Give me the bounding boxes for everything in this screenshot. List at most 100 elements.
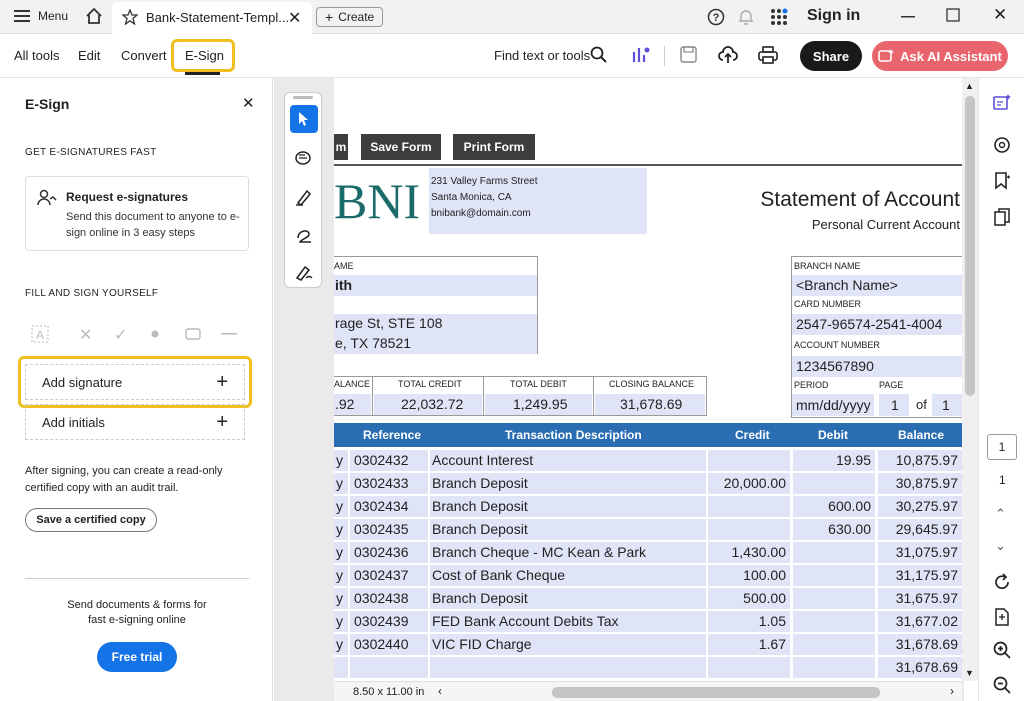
table-cell-bal[interactable]: 10,875.97 xyxy=(878,450,962,471)
page-number-field[interactable]: 1 xyxy=(879,394,909,416)
table-cell-bal[interactable]: 31,678.69 xyxy=(878,634,962,655)
table-cell-d[interactable]: y xyxy=(334,565,348,586)
dot-icon[interactable] xyxy=(151,330,159,338)
previous-page-icon[interactable]: ⌃ xyxy=(995,506,1006,522)
ask-ai-button[interactable]: Ask AI Assistant xyxy=(872,41,1008,71)
table-cell-bal[interactable]: 31,675.97 xyxy=(878,588,962,609)
total-debit-field[interactable]: 1,249.95 xyxy=(485,394,592,415)
table-cell-credit[interactable]: 1,430.00 xyxy=(708,542,790,563)
table-cell-bal[interactable]: 30,875.97 xyxy=(878,473,962,494)
address-field[interactable]: 231 Valley Farms Street Santa Monica, CA… xyxy=(429,168,647,234)
table-cell-desc[interactable] xyxy=(430,657,706,678)
address-line-field-1[interactable]: rage St, STE 108 xyxy=(334,314,537,334)
table-cell-ref[interactable]: 0302439 xyxy=(350,611,428,632)
draw-freehand-icon[interactable] xyxy=(295,226,313,244)
checkmark-icon[interactable]: ✓ xyxy=(114,325,127,345)
table-cell-d[interactable]: y xyxy=(334,473,348,494)
save-certified-copy-button[interactable]: Save a certified copy xyxy=(25,508,157,532)
branch-name-field[interactable]: <Branch Name> xyxy=(792,275,962,296)
table-cell-debit[interactable] xyxy=(793,611,875,632)
apps-grid-icon[interactable] xyxy=(770,8,788,26)
table-cell-bal[interactable]: 31,175.97 xyxy=(878,565,962,586)
table-cell-d[interactable]: y xyxy=(334,588,348,609)
zoom-out-icon[interactable] xyxy=(993,676,1011,694)
table-cell-ref[interactable]: 0302435 xyxy=(350,519,428,540)
home-icon[interactable] xyxy=(85,7,103,25)
comment-icon[interactable] xyxy=(295,150,313,168)
zoom-in-icon[interactable] xyxy=(993,641,1011,659)
table-cell-ref[interactable]: 0302440 xyxy=(350,634,428,655)
table-cell-credit[interactable]: 100.00 xyxy=(708,565,790,586)
table-cell-credit[interactable] xyxy=(708,657,790,678)
table-cell-bal[interactable]: 31,677.02 xyxy=(878,611,962,632)
add-signature-button[interactable]: Add signature + xyxy=(25,364,245,400)
menu-edit[interactable]: Edit xyxy=(78,48,100,63)
request-esignatures-card[interactable]: Request e-signatures Send this document … xyxy=(25,176,249,251)
bookmark-rail-icon[interactable] xyxy=(993,172,1011,190)
total-credit-field[interactable]: 22,032.72 xyxy=(374,394,482,415)
form-button-clipped[interactable]: m xyxy=(334,134,348,160)
card-number-field[interactable]: 2547-96574-2541-4004 xyxy=(792,314,962,335)
opening-balance-field[interactable]: .92 xyxy=(334,394,371,415)
table-cell-credit[interactable] xyxy=(708,450,790,471)
highlight-pen-icon[interactable] xyxy=(295,188,313,206)
table-cell-ref[interactable]: 0302438 xyxy=(350,588,428,609)
pages-rail-icon[interactable] xyxy=(993,208,1011,226)
rotate-icon[interactable] xyxy=(993,573,1011,591)
text-field-icon[interactable]: A xyxy=(31,325,49,343)
search-icon[interactable] xyxy=(590,46,608,64)
menu-button[interactable]: Menu xyxy=(14,9,68,23)
table-cell-ref[interactable]: 0302434 xyxy=(350,496,428,517)
table-cell-debit[interactable]: 630.00 xyxy=(793,519,875,540)
menu-all-tools[interactable]: All tools xyxy=(14,48,60,63)
save-icon[interactable] xyxy=(680,46,697,63)
table-cell-ref[interactable]: 0302433 xyxy=(350,473,428,494)
menu-convert[interactable]: Convert xyxy=(121,48,167,63)
table-cell-desc[interactable]: Account Interest xyxy=(430,450,706,471)
name-field[interactable]: ith xyxy=(334,275,537,296)
table-cell-ref[interactable] xyxy=(350,657,428,678)
next-page-icon[interactable]: ⌄ xyxy=(995,538,1006,554)
print-form-button[interactable]: Print Form xyxy=(453,134,535,160)
table-cell-credit[interactable]: 500.00 xyxy=(708,588,790,609)
account-number-field[interactable]: 1234567890 xyxy=(792,356,962,377)
table-cell-debit[interactable] xyxy=(793,565,875,586)
table-cell-debit[interactable]: 600.00 xyxy=(793,496,875,517)
table-cell-credit[interactable]: 20,000.00 xyxy=(708,473,790,494)
table-cell-d[interactable]: y xyxy=(334,496,348,517)
table-cell-d[interactable]: y xyxy=(334,450,348,471)
comments-rail-icon[interactable] xyxy=(993,136,1011,154)
table-cell-bal[interactable]: 29,645.97 xyxy=(878,519,962,540)
create-button[interactable]: + Create xyxy=(316,7,384,27)
table-cell-debit[interactable] xyxy=(793,542,875,563)
table-cell-desc[interactable]: FED Bank Account Debits Tax xyxy=(430,611,706,632)
table-cell-desc[interactable]: Branch Deposit xyxy=(430,496,706,517)
scroll-right-icon[interactable]: › xyxy=(950,684,954,698)
table-cell-desc[interactable]: Branch Deposit xyxy=(430,588,706,609)
sign-in-button[interactable]: Sign in xyxy=(807,7,860,25)
table-cell-desc[interactable]: Branch Cheque - MC Kean & Park xyxy=(430,542,706,563)
scroll-down-icon[interactable]: ▼ xyxy=(965,668,974,678)
table-cell-credit[interactable] xyxy=(708,496,790,517)
ai-tools-icon[interactable] xyxy=(631,46,651,64)
table-cell-desc[interactable]: Cost of Bank Cheque xyxy=(430,565,706,586)
page-total-field[interactable]: 1 xyxy=(932,394,962,416)
table-cell-bal[interactable]: 31,678.69 xyxy=(878,657,962,678)
free-trial-button[interactable]: Free trial xyxy=(97,642,177,672)
menu-e-sign[interactable]: E-Sign xyxy=(185,48,224,63)
minimize-icon[interactable] xyxy=(900,8,916,24)
page-number-input[interactable]: 1 xyxy=(987,434,1017,460)
scroll-left-icon[interactable]: ‹ xyxy=(438,684,442,698)
close-tab-icon[interactable]: ✕ xyxy=(288,8,301,28)
table-cell-debit[interactable] xyxy=(793,634,875,655)
table-cell-desc[interactable]: Branch Deposit xyxy=(430,473,706,494)
close-panel-icon[interactable]: ✕ xyxy=(242,94,255,112)
rectangle-icon[interactable] xyxy=(185,328,201,340)
maximize-icon[interactable] xyxy=(946,8,960,22)
table-cell-d[interactable]: y xyxy=(334,542,348,563)
add-initials-button[interactable]: Add initials + xyxy=(25,404,245,440)
select-tool-button[interactable] xyxy=(290,105,318,133)
fit-page-icon[interactable] xyxy=(993,608,1011,626)
cloud-upload-icon[interactable] xyxy=(718,46,738,64)
table-cell-credit[interactable]: 1.67 xyxy=(708,634,790,655)
